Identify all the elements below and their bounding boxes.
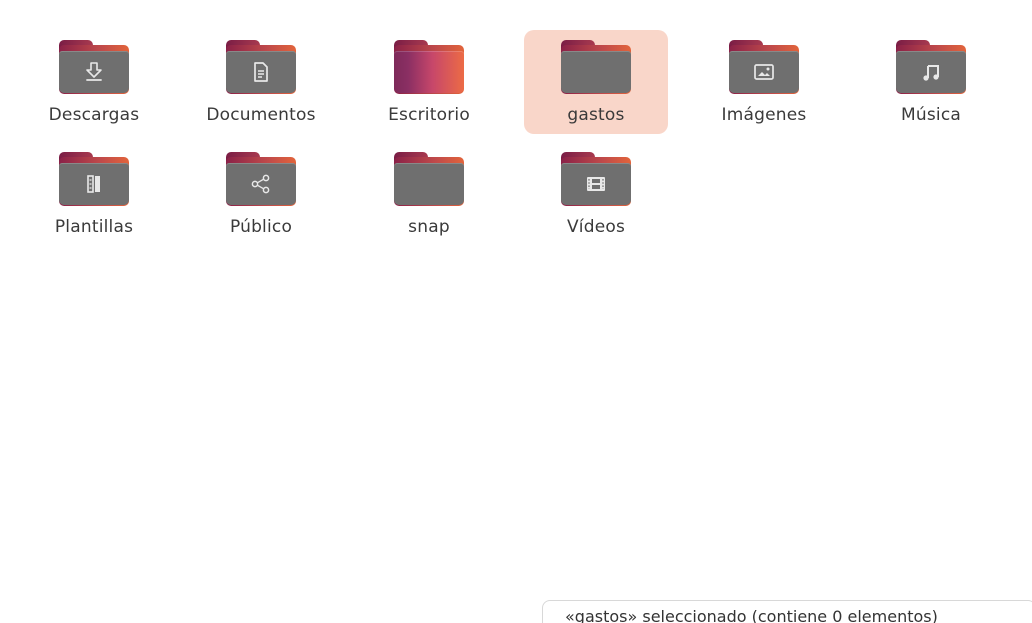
folder-icon — [729, 40, 799, 94]
download-icon — [59, 51, 129, 93]
video-icon — [561, 163, 631, 205]
folder-gastos[interactable]: gastos — [524, 30, 668, 134]
folder-publico[interactable]: Público — [189, 142, 333, 246]
desktop-folder-icon — [394, 40, 464, 94]
folder-icon — [59, 152, 129, 206]
folder-musica[interactable]: Música — [859, 30, 1003, 134]
folder-snap[interactable]: snap — [357, 142, 501, 246]
folder-label: Música — [901, 105, 961, 125]
folder-label: Escritorio — [388, 105, 470, 125]
folder-label: Plantillas — [54, 217, 134, 237]
document-icon — [226, 51, 296, 93]
folder-label: snap — [408, 217, 450, 237]
share-icon — [226, 163, 296, 205]
folder-icon — [561, 152, 631, 206]
folder-documentos[interactable]: Documentos — [189, 30, 333, 134]
folder-label: Imágenes — [721, 105, 807, 125]
folder-descargas[interactable]: Descargas — [22, 30, 166, 134]
image-icon — [729, 51, 799, 93]
folder-icon — [896, 40, 966, 94]
template-icon — [59, 163, 129, 205]
folder-icon — [226, 40, 296, 94]
selection-status-bar: «gastos» seleccionado (contiene 0 elemen… — [542, 600, 1032, 623]
folder-plantillas[interactable]: Plantillas — [22, 142, 166, 246]
folder-icon — [561, 40, 631, 94]
status-text: «gastos» seleccionado (contiene 0 elemen… — [565, 607, 938, 623]
folder-imagenes[interactable]: Imágenes — [692, 30, 836, 134]
folder-label: Público — [229, 217, 293, 237]
folder-icon — [59, 40, 129, 94]
file-manager-icon-view: Descargas Documentos Escritorio gastos I… — [0, 0, 1032, 623]
folder-escritorio[interactable]: Escritorio — [357, 30, 501, 134]
music-icon — [896, 51, 966, 93]
folder-icon — [226, 152, 296, 206]
folder-label: Documentos — [206, 105, 316, 125]
folder-label: Descargas — [48, 105, 140, 125]
folder-label: Vídeos — [566, 217, 626, 237]
folder-videos[interactable]: Vídeos — [524, 142, 668, 246]
folder-label: gastos — [567, 105, 625, 125]
folder-icon — [394, 152, 464, 206]
